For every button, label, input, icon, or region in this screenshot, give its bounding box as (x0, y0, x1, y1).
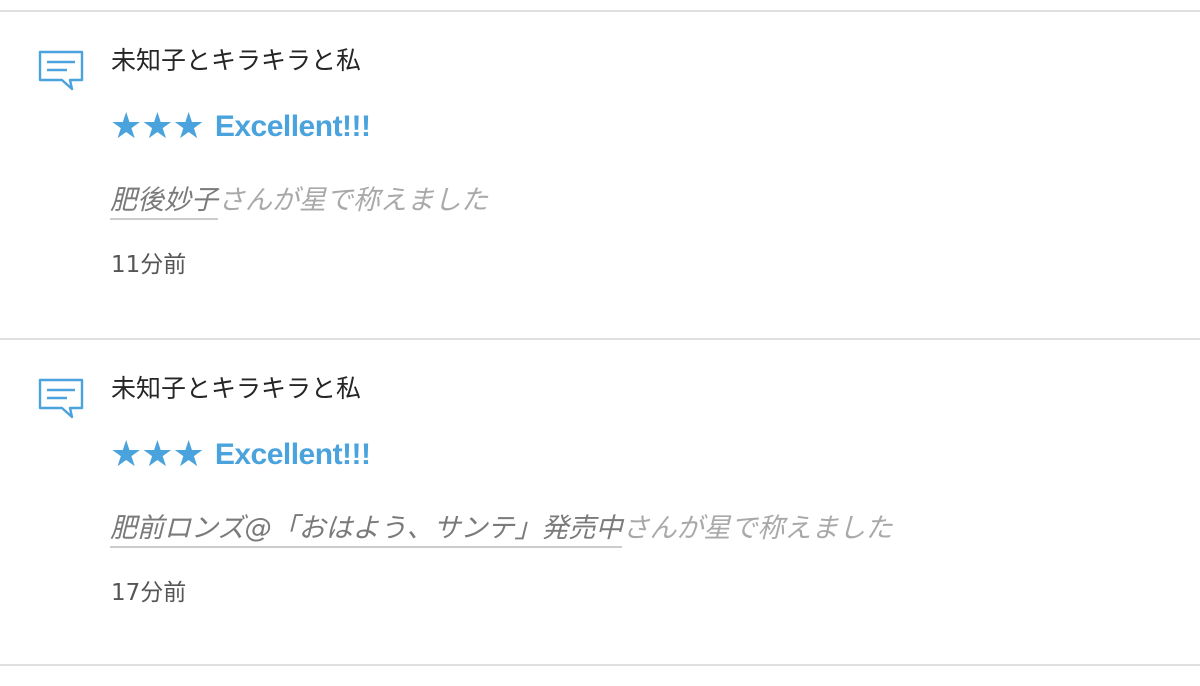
rating-label: Excellent!!! (214, 110, 371, 143)
notification-message: 肥前ロンズ@「おはよう、サンテ」発売中さんが星で称えました (110, 511, 893, 548)
star-rating: ★★★ Excellent!!! (110, 109, 371, 145)
entry-title[interactable]: 未知子とキラキラと私 (111, 46, 361, 76)
notification-item[interactable]: 未知子とキラキラと私 ★★★ Excellent!!! 肥後妙子さんが星で称えま… (0, 12, 1200, 338)
user-link[interactable]: 肥前ロンズ@「おはよう、サンテ」発売中 (110, 513, 623, 548)
user-link[interactable]: 肥後妙子 (110, 185, 218, 220)
message-suffix: さんが星で称えました (622, 513, 893, 544)
star-rating: ★★★ Excellent!!! (110, 437, 371, 473)
star-icons: ★★★ (110, 434, 205, 475)
entry-title[interactable]: 未知子とキラキラと私 (111, 374, 361, 404)
star-icons: ★★★ (110, 106, 205, 147)
notification-message: 肥後妙子さんが星で称えました (110, 183, 488, 220)
comment-icon (38, 50, 84, 94)
notification-feed: 未知子とキラキラと私 ★★★ Excellent!!! 肥後妙子さんが星で称えま… (0, 0, 1200, 686)
divider (0, 664, 1200, 666)
message-suffix: さんが星で称えました (218, 185, 488, 216)
timestamp: 11分前 (111, 252, 187, 278)
timestamp: 17分前 (111, 580, 187, 606)
comment-icon (38, 378, 84, 422)
rating-label: Excellent!!! (214, 438, 371, 471)
notification-item[interactable]: 未知子とキラキラと私 ★★★ Excellent!!! 肥前ロンズ@「おはよう、… (0, 340, 1200, 666)
